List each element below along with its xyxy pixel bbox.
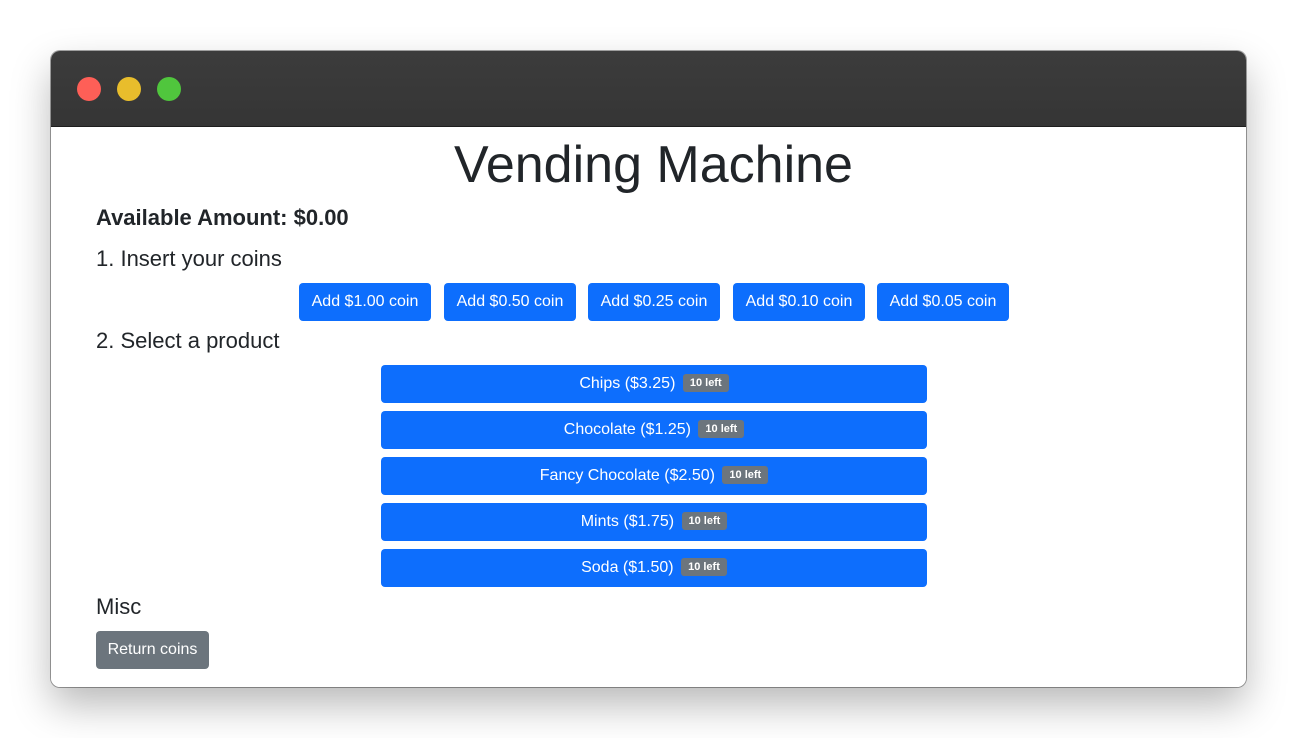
- product-button-chocolate[interactable]: Chocolate ($1.25) 10 left: [381, 411, 927, 449]
- product-label: Chips ($3.25): [579, 375, 676, 392]
- available-amount: Available Amount: $0.00: [96, 205, 349, 230]
- zoom-window-button[interactable]: [157, 77, 181, 101]
- product-label: Chocolate ($1.25): [563, 421, 691, 438]
- add-1-00-coin-button[interactable]: Add $1.00 coin: [299, 283, 431, 321]
- insert-coins-heading: 1. Insert your coins: [96, 246, 282, 271]
- product-button-mints[interactable]: Mints ($1.75) 10 left: [381, 503, 927, 541]
- close-window-button[interactable]: [77, 77, 101, 101]
- add-0-50-coin-button[interactable]: Add $0.50 coin: [444, 283, 576, 321]
- stock-badge: 10 left: [681, 558, 727, 576]
- app-content: Vending Machine Available Amount: $0.00 …: [51, 127, 1246, 687]
- product-label: Soda ($1.50): [581, 559, 674, 576]
- add-0-10-coin-button[interactable]: Add $0.10 coin: [733, 283, 865, 321]
- product-button-soda[interactable]: Soda ($1.50) 10 left: [381, 549, 927, 587]
- product-button-chips[interactable]: Chips ($3.25) 10 left: [381, 365, 927, 403]
- window-titlebar[interactable]: [51, 51, 1246, 127]
- add-0-05-coin-button[interactable]: Add $0.05 coin: [877, 283, 1009, 321]
- desktop-background: Vending Machine Available Amount: $0.00 …: [0, 0, 1297, 738]
- product-label: Mints ($1.75): [580, 513, 675, 530]
- stock-badge: 10 left: [722, 466, 769, 484]
- minimize-window-button[interactable]: [117, 77, 141, 101]
- stock-badge: 10 left: [682, 374, 729, 392]
- page-title: Vending Machine: [454, 136, 853, 194]
- stock-badge: 10 left: [681, 512, 728, 530]
- misc-heading: Misc: [96, 594, 142, 619]
- add-0-25-coin-button[interactable]: Add $0.25 coin: [588, 283, 720, 321]
- stock-badge: 10 left: [698, 420, 745, 438]
- browser-window: Vending Machine Available Amount: $0.00 …: [51, 51, 1246, 687]
- select-product-heading: 2. Select a product: [96, 328, 280, 353]
- product-button-fancy-chocolate[interactable]: Fancy Chocolate ($2.50) 10 left: [381, 457, 927, 495]
- return-coins-button[interactable]: Return coins: [96, 631, 209, 669]
- product-label: Fancy Chocolate ($2.50): [539, 467, 715, 484]
